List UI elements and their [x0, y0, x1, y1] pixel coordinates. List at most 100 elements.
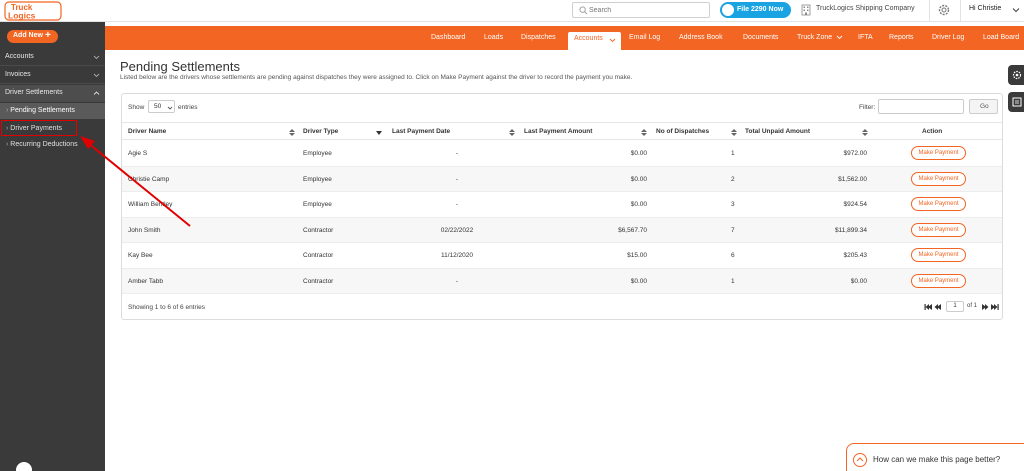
page-length-select[interactable]: 50	[148, 100, 175, 113]
nav-documents[interactable]: Documents	[743, 26, 783, 50]
nav-ifta[interactable]: IFTA	[858, 26, 874, 50]
nav-label: Address Book	[679, 34, 723, 41]
pagination: 1 of 1	[922, 300, 1002, 314]
sidebar-item-label: Driver Settlements	[5, 89, 63, 96]
nav-label: Dashboard	[431, 34, 466, 41]
first-page-icon[interactable]	[924, 303, 932, 311]
plus-icon: +	[45, 30, 51, 41]
make-payment-label: Make Payment	[918, 252, 959, 258]
nav-label: Accounts	[574, 35, 603, 42]
sort-desc-icon[interactable]	[376, 129, 382, 136]
driver-name: Amber Tabb	[128, 277, 163, 285]
app-root: Truck Logics File 2290 Now TruckLogics S…	[0, 0, 1024, 471]
dispatch-count: 2	[731, 175, 735, 183]
gear-icon[interactable]	[937, 3, 951, 17]
column-header[interactable]: Last Payment Amount	[524, 128, 592, 135]
search-box[interactable]	[572, 2, 710, 18]
nav-truck-zone[interactable]: Truck Zone	[797, 26, 843, 50]
sort-icon[interactable]	[509, 129, 515, 136]
sidebar-item-invoices[interactable]: Invoices	[0, 67, 105, 84]
table-row: Amber Tabb Contractor - $0.00 1 $0.00 Ma…	[122, 268, 1002, 294]
driver-type: Employee	[303, 150, 332, 157]
make-payment-button[interactable]: Make Payment	[911, 273, 966, 288]
feedback-widget[interactable]: How can we make this page better?	[846, 443, 1024, 471]
page-subtitle: Listed below are the drivers whose settl…	[120, 74, 633, 81]
driver-name: Kay Bee	[128, 252, 153, 259]
next-page-icon[interactable]	[981, 303, 989, 311]
table-info: Showing 1 to 6 of 6 entries	[128, 304, 205, 311]
user-greeting[interactable]: Hi Christie	[969, 5, 1001, 12]
nav-email-log[interactable]: Email Log	[629, 26, 665, 50]
nav-driver-log[interactable]: Driver Log	[932, 26, 968, 50]
nav-dashboard[interactable]: Dashboard	[431, 26, 471, 50]
make-payment-button[interactable]: Make Payment	[911, 248, 966, 262]
sidebar-subitem-recurring-deductions[interactable]: › Recurring Deductions	[0, 137, 105, 153]
search-input[interactable]	[589, 4, 705, 16]
file-2290-label: File 2290 Now	[737, 6, 784, 13]
chevron-down-icon[interactable]	[1012, 6, 1020, 14]
chevron-down-icon	[93, 73, 100, 78]
filter-label: Filter:	[859, 104, 876, 111]
nav-dispatches[interactable]: Dispatches	[521, 26, 563, 50]
chat-icon[interactable]	[16, 462, 32, 471]
add-new-label: Add New	[13, 32, 43, 39]
nav-label: Email Log	[629, 34, 661, 41]
sidebar-item-accounts[interactable]: Accounts	[0, 49, 105, 66]
filter-input[interactable]	[878, 99, 964, 114]
file-2290-button[interactable]: File 2290 Now	[720, 2, 791, 18]
page-of-label: of 1	[967, 303, 978, 309]
main-nav: Dashboard Loads Dispatches Accounts Emai…	[105, 26, 1024, 50]
last-payment-amount: $15.00	[627, 252, 647, 259]
notes-float-tab[interactable]	[1008, 92, 1024, 112]
sidebar-subitem-label: › Pending Settlements	[6, 107, 75, 114]
driver-type: Contractor	[303, 226, 334, 234]
divider	[929, 0, 930, 21]
driver-name: John Smith	[128, 226, 161, 234]
sidebar-subitem-driver-payments[interactable]: › Driver Payments	[1, 120, 77, 136]
last-payment-amount: $0.00	[630, 175, 647, 183]
last-payment-date: -	[455, 175, 459, 183]
go-label: Go	[980, 103, 989, 110]
sort-icon[interactable]	[289, 129, 295, 136]
dispatch-count: 3	[731, 201, 735, 208]
sidebar: Add New + Accounts Invoices Driver Settl…	[0, 22, 105, 471]
page-number-input[interactable]: 1	[946, 301, 964, 312]
sort-icon[interactable]	[731, 129, 737, 136]
last-payment-amount: $0.00	[630, 277, 647, 285]
sidebar-item-label: Invoices	[5, 71, 31, 78]
table-row: John Smith Contractor 02/22/2022 $6,567.…	[122, 217, 1002, 243]
nav-address-book[interactable]: Address Book	[679, 26, 729, 50]
sidebar-item-driver-settlements[interactable]: Driver Settlements	[0, 85, 105, 102]
column-header[interactable]: Total Unpaid Amount	[745, 128, 810, 135]
make-payment-button[interactable]: Make Payment	[911, 146, 966, 160]
nav-reports[interactable]: Reports	[889, 26, 917, 50]
sidebar-subitem-pending-settlements[interactable]: › Pending Settlements	[0, 103, 105, 119]
last-payment-date: -	[455, 201, 459, 208]
make-payment-label: Make Payment	[918, 277, 959, 284]
column-header[interactable]: Driver Type	[303, 128, 338, 135]
company-name[interactable]: TruckLogics Shipping Company	[816, 5, 915, 12]
column-header[interactable]: Last Payment Date	[392, 128, 450, 135]
nav-accounts[interactable]: Accounts	[568, 32, 621, 50]
column-header[interactable]: Driver Name	[128, 128, 166, 135]
nav-load-board[interactable]: Load Board	[983, 26, 1024, 50]
sort-icon[interactable]	[862, 129, 868, 136]
last-page-icon[interactable]	[991, 303, 999, 311]
nav-loads[interactable]: Loads	[484, 26, 509, 50]
search-icon	[579, 6, 588, 15]
column-header[interactable]: No of Dispatches	[656, 128, 709, 135]
make-payment-button[interactable]: Make Payment	[911, 222, 966, 237]
make-payment-button[interactable]: Make Payment	[911, 197, 966, 211]
settings-float-tab[interactable]	[1008, 65, 1024, 85]
dispatch-count: 1	[731, 150, 735, 157]
add-new-button[interactable]: Add New +	[7, 30, 58, 43]
make-payment-label: Make Payment	[918, 226, 959, 233]
previous-page-icon[interactable]	[934, 303, 942, 311]
trucklogics-logo[interactable]: Truck Logics	[4, 1, 62, 21]
go-button[interactable]: Go	[969, 99, 998, 114]
sort-icon[interactable]	[641, 129, 647, 136]
make-payment-button[interactable]: Make Payment	[911, 171, 966, 186]
last-payment-amount: $0.00	[630, 201, 647, 208]
nav-label: Dispatches	[521, 34, 556, 41]
nav-label: Reports	[889, 34, 914, 41]
